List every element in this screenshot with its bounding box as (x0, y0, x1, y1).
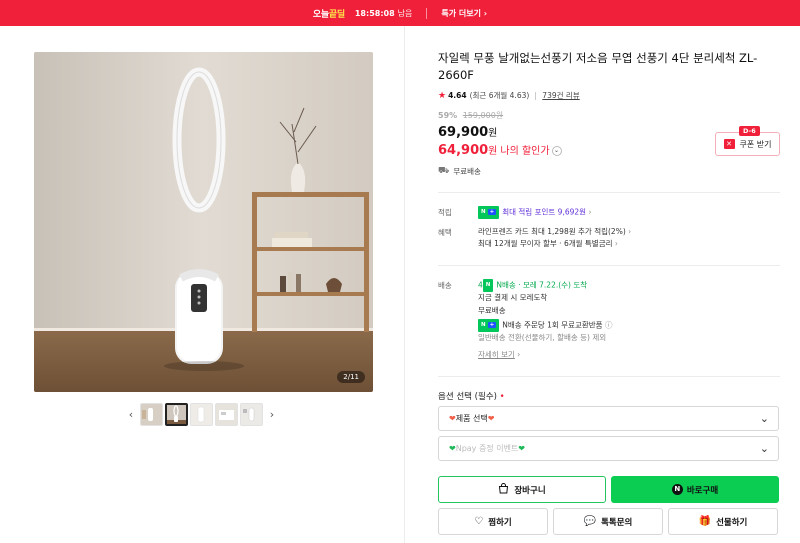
coupon-button[interactable]: D-6 ✕ 쿠폰 받기 (715, 126, 780, 156)
npay-membership-badge: N + (478, 206, 500, 219)
chevron-right-icon: › (628, 227, 632, 236)
section-divider (438, 192, 780, 193)
chevron-right-icon[interactable]: › (265, 408, 279, 421)
star-icon: ★ (438, 90, 447, 101)
fan-photo (34, 52, 373, 392)
rating-divider (535, 91, 537, 100)
cart-bag-icon (498, 482, 509, 497)
sale-price: 69,900원 (438, 125, 498, 140)
thumbnail[interactable] (215, 402, 238, 426)
delivery-today-line: 지금 결제 시 모레도착 (478, 293, 548, 302)
my-discount-price[interactable]: 64,900원 나의 할인가 ⌄ (438, 142, 562, 158)
chevron-right-icon: › (614, 239, 618, 248)
heart-icon: ❤ (449, 444, 456, 453)
chevron-down-icon: ⌄ (759, 442, 769, 455)
truck-icon: ⛟ (438, 166, 450, 176)
option-label: 옵션 선택 (필수) • (438, 392, 505, 402)
section-divider (438, 376, 780, 377)
benefit-installment-row[interactable]: 최대 12개월 무이자 할부 · 6개월 특별금리 › (478, 238, 618, 249)
rating-row: ★ 4.64 (최근 6개월 4.63) 739건 리뷰 (438, 90, 580, 101)
discount-row: 59% 159,000원 (438, 110, 503, 121)
free-shipping-row: ⛟ 무료배송 (438, 166, 481, 177)
coupon-label: 쿠폰 받기 (739, 139, 772, 149)
delivery-label: 배송 (438, 281, 452, 290)
rating-score: 4.64 (448, 91, 467, 100)
deal-remain-label: 남음 (397, 8, 413, 18)
benefit-card-row[interactable]: 라인프렌즈 카드 최대 1,298원 추가 적립(2%) › (478, 226, 631, 237)
original-price: 159,000원 (462, 111, 504, 120)
deal-banner: 오늘끝딜 18:58:08 남음 특가 더보기 › (0, 0, 800, 26)
chevron-right-icon: › (483, 8, 488, 18)
banner-divider (426, 7, 428, 19)
delivery-exclusion-line: 일반배송 전환(선물하기, 할배송 등) 제외 (478, 333, 607, 342)
add-to-cart-button[interactable]: 장바구니 (438, 476, 606, 503)
product-main-image[interactable]: 2/11 (34, 52, 373, 392)
wishlist-button[interactable]: ♡ 찜하기 (438, 508, 548, 535)
reviews-link[interactable]: 739건 리뷰 (542, 90, 579, 101)
thumbnail-strip: ‹ › (124, 402, 279, 426)
chevron-down-icon: ⌄ (759, 412, 769, 425)
benefit-label: 혜택 (438, 228, 452, 237)
thumbnail[interactable] (240, 402, 263, 426)
coupon-icon: ✕ (723, 139, 735, 149)
chevron-left-icon[interactable]: ‹ (124, 408, 138, 421)
free-shipping-label: 무료배송 (453, 167, 481, 176)
buy-now-button[interactable]: N 바로구매 (611, 476, 779, 503)
discount-percent: 59% (438, 111, 458, 120)
delivery-return-line: N + N배송 주문당 1회 무료교환반품 ⓘ (478, 319, 612, 332)
section-divider (438, 265, 780, 266)
heart-outline-icon: ♡ (474, 516, 484, 527)
product-option-select[interactable]: ❤ 제품 선택 ❤ ⌄ (438, 406, 779, 431)
heart-icon: ❤ (518, 444, 525, 453)
thumbnail[interactable] (190, 402, 213, 426)
coupon-dday-badge: D-6 (739, 126, 760, 136)
delivery-detail-link[interactable]: 자세히 보기 › (478, 349, 520, 360)
npay-membership-badge: N + (478, 319, 500, 332)
gift-icon: 🎁 (698, 516, 712, 527)
chevron-down-icon[interactable]: ⌄ (551, 145, 562, 156)
image-counter: 2/11 (337, 371, 365, 383)
point-row[interactable]: N + 최대 적립 포인트 9,692원 › (478, 206, 591, 219)
info-icon[interactable]: ) (526, 91, 529, 100)
product-title: 자일렉 무풍 날개없는선풍기 저소음 무엽 선풍기 4단 분리세척 ZL-266… (438, 51, 758, 82)
n-delivery-icon: N (482, 279, 494, 292)
thumbnail-active[interactable] (165, 402, 188, 426)
point-label: 적립 (438, 208, 452, 217)
deal-brand: 오늘끝딜 (312, 9, 345, 20)
chevron-right-icon: › (588, 207, 592, 217)
naver-n-icon: N (671, 484, 683, 495)
chat-bubble-icon: 💬 (583, 516, 597, 527)
gift-button[interactable]: 🎁 선물하기 (668, 508, 778, 535)
chevron-right-icon: › (517, 350, 521, 359)
column-divider (404, 26, 405, 543)
heart-icon: ❤ (487, 414, 495, 423)
info-icon[interactable]: ⓘ (605, 321, 613, 330)
delivery-arrival: 4 N N배송 · 모레 7.22.(수) 도착 (478, 279, 587, 292)
rating-recent: (최근 6개월 4.63) (469, 91, 530, 100)
heart-icon: ❤ (449, 414, 456, 423)
talk-inquiry-button[interactable]: 💬 톡톡문의 (553, 508, 663, 535)
deal-countdown: 18:58:08 (354, 8, 395, 18)
npay-event-select[interactable]: ❤ Npay 증정 이벤트 ❤ ⌄ (438, 436, 779, 461)
delivery-free-line: 무료배송 (478, 306, 506, 315)
deal-more-link[interactable]: 특가 더보기 › (441, 8, 487, 19)
thumbnail[interactable] (140, 402, 163, 426)
